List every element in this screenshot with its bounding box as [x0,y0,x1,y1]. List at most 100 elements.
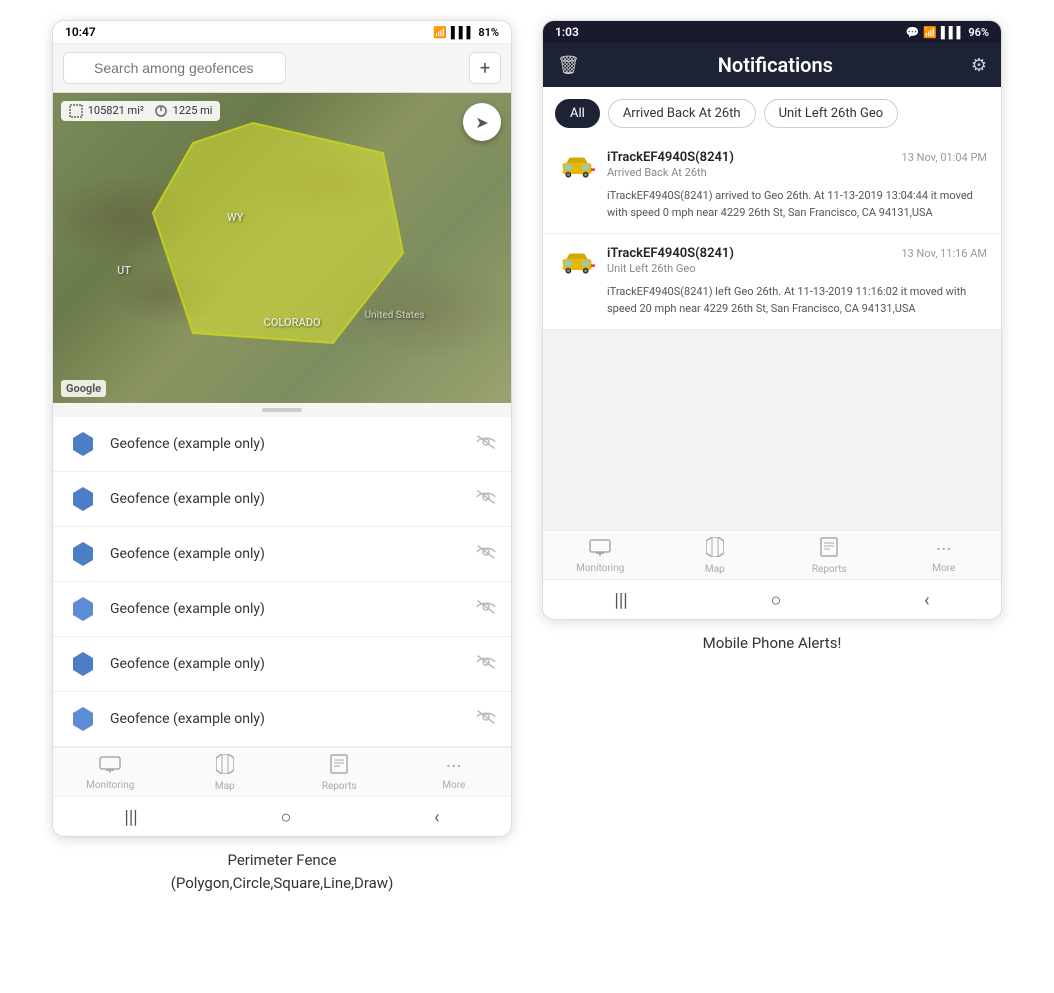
geofence-item[interactable]: Geofence (example only) [53,417,511,472]
location-button[interactable]: ➤ [463,103,501,141]
nav-map[interactable]: Map [168,754,283,792]
map-view[interactable]: 105821 mi² 1225 mi WY UT COLORADO [53,93,511,403]
filter-tab-arrived[interactable]: Arrived Back At 26th [608,99,756,128]
empty-area [543,330,1001,530]
left-signal-icon: ▌▌▌ [451,26,474,39]
notification-meta-2: iTrackEF4940S(8241) 13 Nov, 11:16 AM Uni… [607,246,987,275]
car-avatar-1 [557,152,597,182]
right-map-label: Map [705,564,725,575]
geofence-name: Geofence (example only) [110,656,464,672]
notification-meta-1: iTrackEF4940S(8241) 13 Nov, 01:04 PM Arr… [607,150,987,179]
notifications-title: Notifications [590,53,961,77]
right-reports-icon [820,537,838,562]
right-home-button[interactable]: ○ [770,590,781,611]
add-geofence-button[interactable]: + [469,52,501,84]
reports-label: Reports [322,781,357,792]
scroll-indicator [53,403,511,417]
right-back-button[interactable]: ‹ [924,590,929,611]
right-signal-icon: ▌▌▌ [941,26,964,39]
geofence-item[interactable]: Geofence (example only) [53,527,511,582]
right-nav-map[interactable]: Map [658,537,773,575]
notif-time-2: 13 Nov, 11:16 AM [901,247,987,260]
left-caption: Perimeter Fence(Polygon,Circle,Square,Li… [52,849,512,894]
right-map-icon [706,537,724,562]
geofence-name: Geofence (example only) [110,711,464,727]
notif-body-2: iTrackEF4940S(8241) left Geo 26th. At 11… [557,284,987,317]
geofence-item[interactable]: Geofence (example only) [53,472,511,527]
left-battery: 81% [478,26,499,39]
right-nav-monitoring[interactable]: Monitoring [543,537,658,575]
notifications-header: 🗑 Notifications ⚙ [543,43,1001,87]
notifications-list: iTrackEF4940S(8241) 13 Nov, 01:04 PM Arr… [543,138,1001,330]
eye-off-icon[interactable] [476,434,496,454]
notif-device-1: iTrackEF4940S(8241) [607,150,734,165]
notification-item-1[interactable]: iTrackEF4940S(8241) 13 Nov, 01:04 PM Arr… [543,138,1001,234]
more-label: More [442,780,465,791]
reports-icon [330,754,348,779]
filter-tab-all[interactable]: All [555,99,600,128]
right-reports-label: Reports [812,564,847,575]
notification-item-2[interactable]: iTrackEF4940S(8241) 13 Nov, 11:16 AM Uni… [543,234,1001,330]
map-label-co: COLORADO [264,316,321,329]
map-background: 105821 mi² 1225 mi WY UT COLORADO [53,93,511,403]
back-button[interactable]: ‹ [434,807,439,828]
map-stats: 105821 mi² 1225 mi [61,101,220,121]
location-icon: ➤ [475,113,488,132]
left-android-nav: ||| ○ ‹ [53,796,511,836]
right-nav-reports[interactable]: Reports [772,537,887,575]
geofence-icon [68,704,98,734]
filter-tabs: All Arrived Back At 26th Unit Left 26th … [543,87,1001,138]
geofence-icon [68,539,98,569]
map-stat-dist: 1225 mi [154,104,213,118]
right-monitoring-label: Monitoring [576,563,624,574]
right-caption: Mobile Phone Alerts! [542,632,1002,655]
eye-off-icon[interactable] [476,544,496,564]
nav-reports[interactable]: Reports [282,754,397,792]
geofence-icon [68,484,98,514]
geofence-name: Geofence (example only) [110,436,464,452]
right-monitoring-icon [589,537,611,561]
home-button[interactable]: ○ [280,807,291,828]
notif-subtitle-1: Arrived Back At 26th [607,166,987,179]
eye-off-icon[interactable] [476,654,496,674]
geofence-list: Geofence (example only) Geofence (exampl… [53,417,511,747]
right-recents-button[interactable]: ||| [614,590,627,611]
car-avatar-2 [557,248,597,278]
geofence-icon [68,649,98,679]
monitoring-label: Monitoring [86,780,134,791]
settings-button[interactable]: ⚙ [971,55,987,76]
right-bottom-nav: Monitoring Map Reports ··· More [543,530,1001,579]
eye-off-icon[interactable] [476,489,496,509]
right-nav-more[interactable]: ··· More [887,537,1002,575]
geofence-name: Geofence (example only) [110,601,464,617]
left-bottom-nav: Monitoring Map Reports ··· More [53,747,511,796]
map-stat-area: 105821 mi² [69,104,144,118]
geofence-item[interactable]: Geofence (example only) [53,692,511,747]
scroll-dot [262,408,302,412]
nav-more[interactable]: ··· More [397,754,512,792]
plus-icon: + [480,58,490,79]
eye-off-icon[interactable] [476,709,496,729]
geofence-icon [68,594,98,624]
filter-tab-left[interactable]: Unit Left 26th Geo [764,99,899,128]
recents-button[interactable]: ||| [124,807,137,828]
right-more-icon: ··· [936,537,952,561]
right-battery: 96% [968,26,989,39]
notif-device-2: iTrackEF4940S(8241) [607,246,734,261]
notif-body-1: iTrackEF4940S(8241) arrived to Geo 26th.… [557,188,987,221]
right-android-nav: ||| ○ ‹ [543,579,1001,619]
delete-button[interactable]: 🗑 [557,55,580,76]
geofence-item[interactable]: Geofence (example only) [53,637,511,692]
eye-off-icon[interactable] [476,599,496,619]
right-phone-screen: 1:03 💬 📶 ▌▌▌ 96% 🗑 Notifications ⚙ All A… [542,20,1002,655]
search-input[interactable] [63,52,286,84]
geofence-item[interactable]: Geofence (example only) [53,582,511,637]
nav-monitoring[interactable]: Monitoring [53,754,168,792]
map-icon [216,754,234,779]
search-bar: 🔍 + [53,44,511,93]
google-logo: Google [61,380,106,397]
right-more-label: More [932,563,955,574]
left-phone-screen: 10:47 📶 ▌▌▌ 81% 🔍 + [52,20,512,894]
search-wrap: 🔍 [63,52,461,84]
map-label-wy: WY [227,211,243,224]
